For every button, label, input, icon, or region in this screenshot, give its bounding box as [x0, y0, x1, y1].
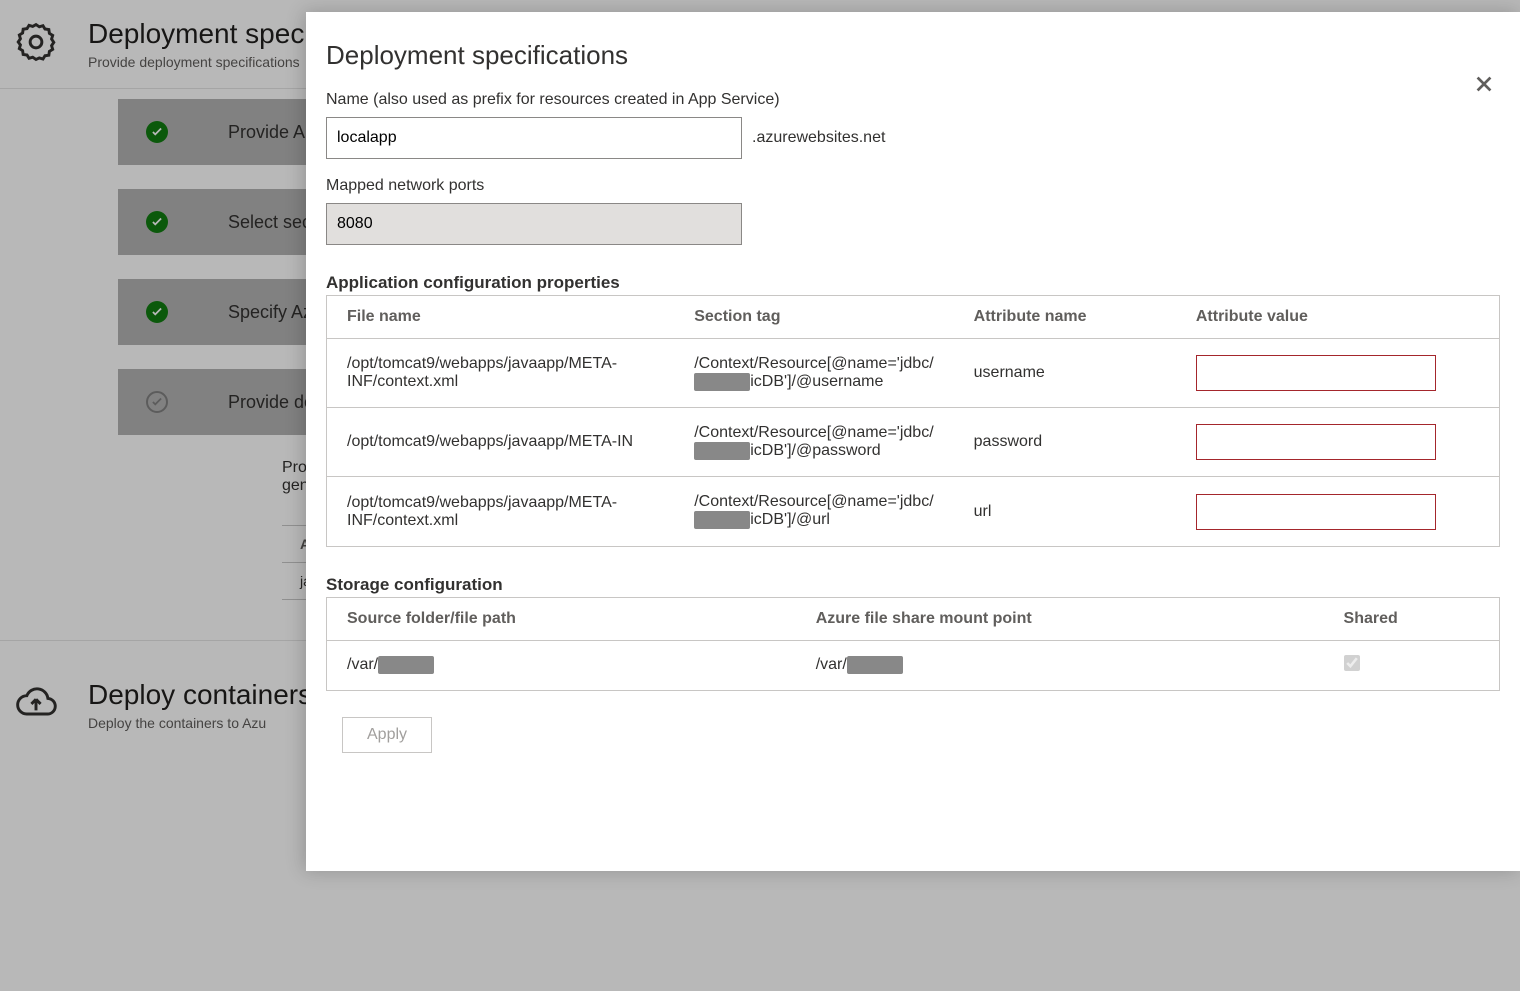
cell-section-tag: /Context/Resource[@name='jdbc/icDB']/@ur… — [674, 477, 953, 546]
apply-button[interactable]: Apply — [342, 717, 432, 753]
table-row: /var/ /var/ — [327, 640, 1500, 690]
storage-table: Source folder/file path Azure file share… — [326, 597, 1500, 691]
redacted — [847, 656, 903, 674]
cell-section-tag: /Context/Resource[@name='jdbc/icDB']/@us… — [674, 339, 953, 408]
name-label: Name (also used as prefix for resources … — [326, 91, 1500, 109]
col-attr-value: Attribute value — [1176, 296, 1500, 339]
attr-value-input[interactable] — [1196, 424, 1436, 460]
cell-filename: /opt/tomcat9/webapps/javaapp/META-INF/co… — [327, 477, 675, 546]
col-filename: File name — [327, 296, 675, 339]
storage-title: Storage configuration — [326, 575, 1500, 595]
redacted — [694, 373, 750, 391]
col-mount-point: Azure file share mount point — [796, 597, 1324, 640]
cell-shared — [1324, 640, 1500, 690]
redacted — [378, 656, 434, 674]
col-source-path: Source folder/file path — [327, 597, 796, 640]
table-row: /opt/tomcat9/webapps/javaapp/META-INF/co… — [327, 477, 1500, 546]
appconfig-table: File name Section tag Attribute name Att… — [326, 295, 1500, 547]
cell-section-tag: /Context/Resource[@name='jdbc/icDB']/@pa… — [674, 408, 953, 477]
cell-attr-name: url — [954, 477, 1176, 546]
col-attr-name: Attribute name — [954, 296, 1176, 339]
name-input[interactable] — [326, 117, 742, 159]
shared-checkbox — [1344, 655, 1360, 671]
cell-attr-name: password — [954, 408, 1176, 477]
attr-value-input[interactable] — [1196, 494, 1436, 530]
appconfig-title: Application configuration properties — [326, 273, 1500, 293]
modal-title: Deployment specifications — [326, 40, 1500, 71]
deployment-spec-modal: Deployment specifications Name (also use… — [306, 12, 1520, 871]
table-row: /opt/tomcat9/webapps/javaapp/META-INF/co… — [327, 339, 1500, 408]
close-button[interactable] — [1468, 68, 1500, 100]
ports-input — [326, 203, 742, 245]
redacted — [694, 442, 750, 460]
cell-filename: /opt/tomcat9/webapps/javaapp/META-IN — [327, 408, 675, 477]
col-shared: Shared — [1324, 597, 1500, 640]
redacted — [694, 511, 750, 529]
cell-source-path: /var/ — [327, 640, 796, 690]
cell-filename: /opt/tomcat9/webapps/javaapp/META-INF/co… — [327, 339, 675, 408]
name-suffix: .azurewebsites.net — [752, 129, 885, 147]
attr-value-input[interactable] — [1196, 355, 1436, 391]
cell-mount-point: /var/ — [796, 640, 1324, 690]
ports-label: Mapped network ports — [326, 177, 1500, 195]
col-section-tag: Section tag — [674, 296, 953, 339]
table-row: /opt/tomcat9/webapps/javaapp/META-IN /Co… — [327, 408, 1500, 477]
cell-attr-name: username — [954, 339, 1176, 408]
